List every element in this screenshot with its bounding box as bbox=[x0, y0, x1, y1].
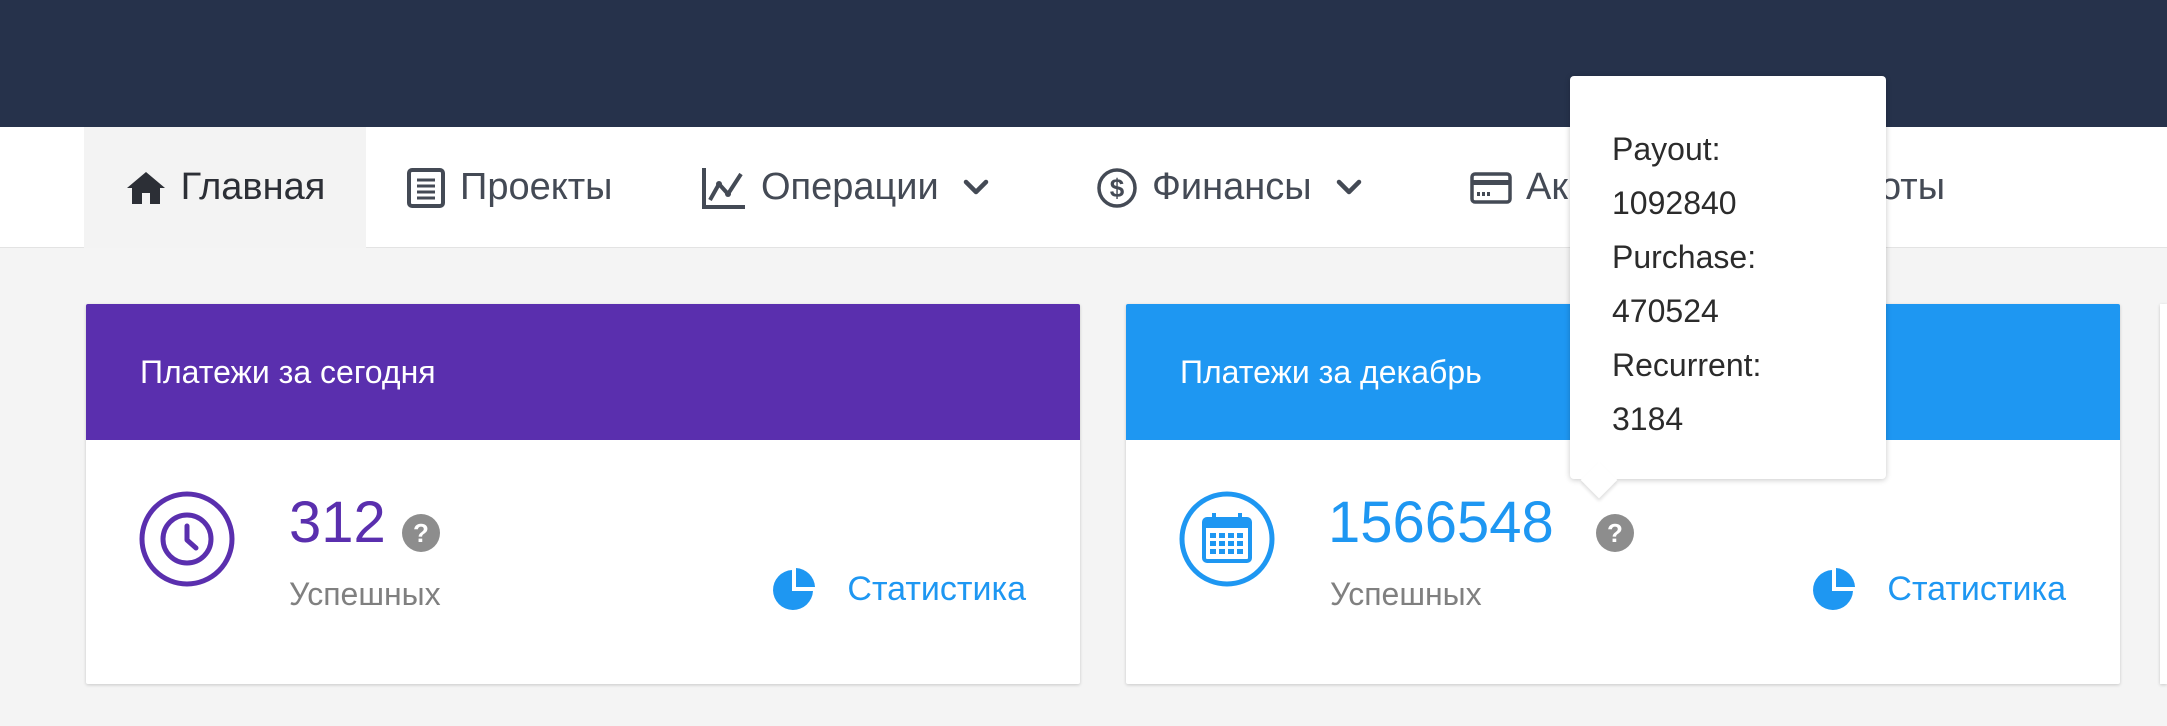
card-body: 312 ? Успешных Статистика bbox=[86, 440, 1080, 684]
tooltip-line: 1092840 bbox=[1612, 185, 1737, 221]
credit-card-icon bbox=[1470, 171, 1512, 204]
tooltip-line: 3184 bbox=[1612, 401, 1684, 437]
tooltip-line: Purchase: bbox=[1612, 239, 1757, 275]
nav-item-finance[interactable]: $ Финансы bbox=[1096, 127, 1362, 248]
chevron-down-icon bbox=[963, 179, 989, 197]
nav-label-projects: Проекты bbox=[460, 166, 613, 208]
help-icon[interactable]: ? bbox=[402, 514, 440, 552]
tooltip-line: Payout: bbox=[1612, 131, 1721, 167]
nav-item-reports[interactable]: оты bbox=[1880, 127, 1945, 248]
nav-item-accounts[interactable]: Ак bbox=[1470, 127, 1568, 248]
tooltip-line: 470524 bbox=[1612, 293, 1719, 329]
nav-item-operations[interactable]: Операции bbox=[701, 127, 989, 248]
statistics-label: Статистика bbox=[1887, 569, 2066, 608]
card-header: Платежи за сегодня bbox=[86, 304, 1080, 440]
statistics-link[interactable]: Статистика bbox=[1811, 566, 2066, 612]
nav-label-operations: Операции bbox=[761, 166, 939, 208]
clock-icon bbox=[138, 490, 236, 588]
card-title: Платежи за сегодня bbox=[140, 353, 436, 390]
nav-item-home[interactable]: Главная bbox=[84, 127, 366, 248]
svg-text:$: $ bbox=[1110, 173, 1125, 203]
nav-label-accounts: Ак bbox=[1526, 166, 1568, 208]
chevron-down-icon bbox=[1336, 179, 1362, 197]
pie-chart-icon bbox=[1811, 566, 1857, 612]
statistics-link[interactable]: Статистика bbox=[771, 566, 1026, 612]
card-title: Платежи за декабрь bbox=[1180, 353, 1482, 390]
nav-label-home: Главная bbox=[180, 166, 326, 208]
calendar-icon bbox=[1178, 490, 1276, 588]
nav-item-projects[interactable]: Проекты bbox=[406, 127, 612, 248]
pie-chart-icon bbox=[771, 566, 817, 612]
metric-value: 1566548 bbox=[1328, 490, 1554, 555]
dollar-circle-icon: $ bbox=[1096, 167, 1138, 209]
tooltip-line: Recurrent: bbox=[1612, 347, 1762, 383]
document-icon bbox=[406, 167, 446, 209]
nav-label-reports: оты bbox=[1880, 166, 1946, 208]
metric-value: 312 bbox=[289, 490, 386, 555]
nav-label-finance: Финансы bbox=[1152, 166, 1312, 208]
statistics-label: Статистика bbox=[847, 569, 1026, 608]
home-icon bbox=[125, 169, 167, 207]
help-icon[interactable]: ? bbox=[1596, 514, 1634, 552]
card-today-payments: Платежи за сегодня 312 ? Успешных Статис… bbox=[86, 304, 1080, 684]
metric-subtitle: Успешных bbox=[1330, 576, 1482, 612]
breakdown-tooltip: Payout: 1092840 Purchase: 470524 Recurre… bbox=[1570, 76, 1886, 499]
chart-line-icon bbox=[701, 166, 747, 210]
metric-subtitle: Успешных bbox=[289, 576, 441, 612]
card-partial-edge bbox=[2160, 304, 2167, 684]
